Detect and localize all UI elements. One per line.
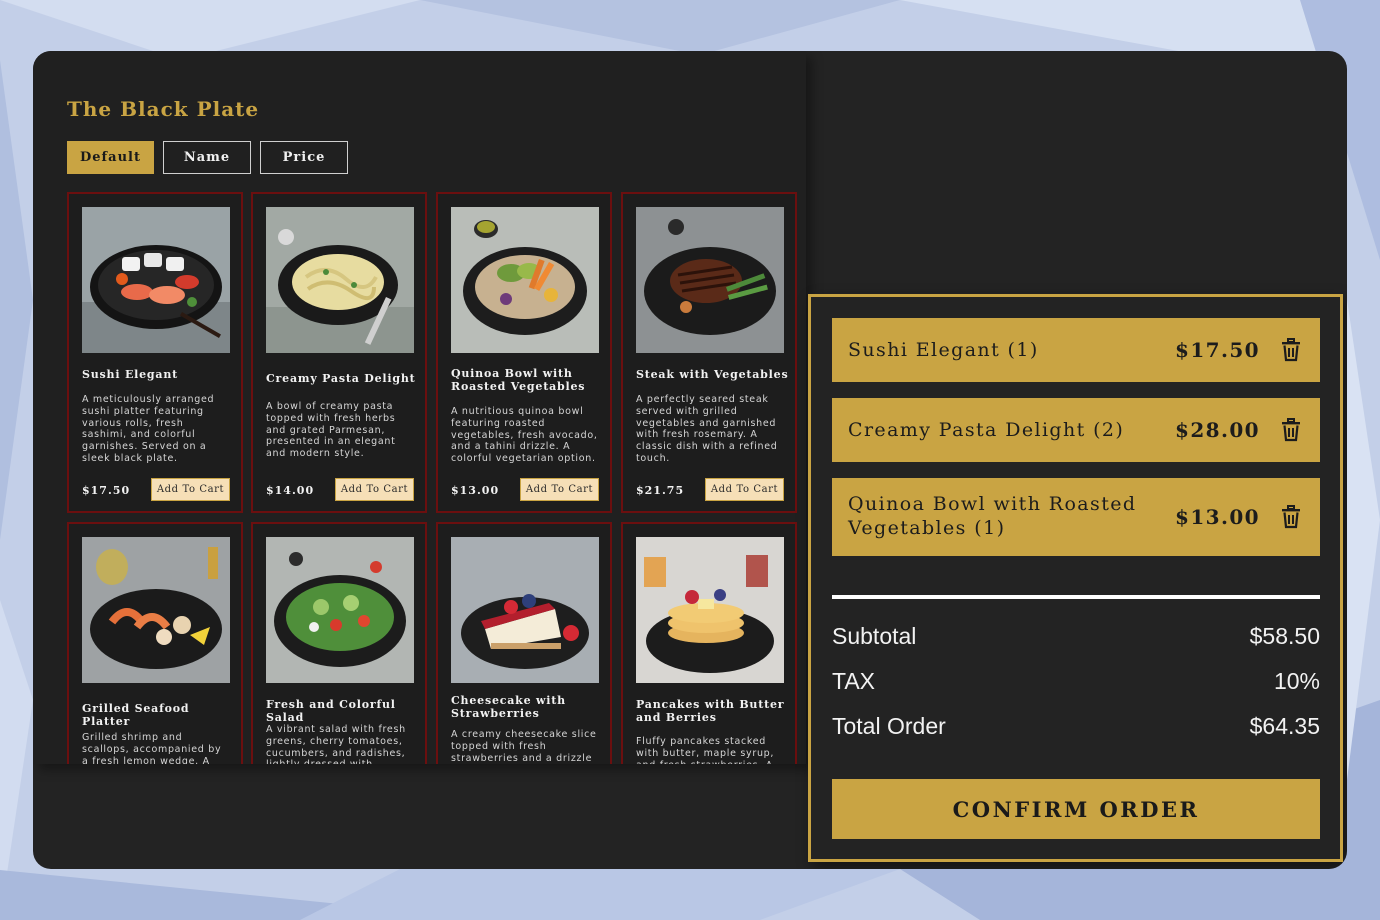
menu-item-description: A meticulously arranged sushi platter fe… xyxy=(82,394,215,464)
menu-item-description: Fluffy pancakes stacked with butter, map… xyxy=(636,736,775,764)
menu-item-name: Creamy Pasta Delight xyxy=(266,372,416,385)
confirm-order-button[interactable]: CONFIRM ORDER xyxy=(832,779,1320,839)
menu-item-price: $14.00 xyxy=(266,484,315,497)
cart-divider xyxy=(832,595,1320,599)
quinoa-bowl-image xyxy=(451,207,599,353)
menu-item-description: A vibrant salad with fresh greens, cherr… xyxy=(266,724,406,764)
sort-default-button[interactable]: Default xyxy=(67,141,154,174)
subtotal-value: $58.50 xyxy=(1249,623,1320,649)
add-to-cart-button[interactable]: Add To Cart xyxy=(705,478,784,501)
menu-item-price: $17.50 xyxy=(82,484,131,497)
menu-item-name: Fresh and Colorful Salad xyxy=(266,698,396,724)
app-window: The Black Plate Default Name Price Sushi… xyxy=(33,51,1347,869)
menu-item-name: Cheesecake with Strawberries xyxy=(451,694,566,720)
menu-item-description: A bowl of creamy pasta topped with fresh… xyxy=(266,401,396,460)
menu-item-description: A nutritious quinoa bowl featuring roast… xyxy=(451,406,598,465)
pasta-bowl-image xyxy=(266,207,414,353)
menu-item-description: Grilled shrimp and scallops, accompanied… xyxy=(82,732,222,764)
menu-item-name: Sushi Elegant xyxy=(82,368,178,381)
trash-icon[interactable] xyxy=(1280,505,1302,529)
add-to-cart-button[interactable]: Add To Cart xyxy=(151,478,230,501)
trash-icon[interactable] xyxy=(1280,338,1302,362)
add-to-cart-button[interactable]: Add To Cart xyxy=(520,478,599,501)
menu-card: Pancakes with Butter and Berries Fluffy … xyxy=(621,522,797,764)
cart-item-name: Creamy Pasta Delight (2) xyxy=(848,419,1125,441)
menu-card: Creamy Pasta Delight A bowl of creamy pa… xyxy=(251,192,427,513)
cart-item-price: $28.00 xyxy=(1175,418,1260,442)
menu-card: Sushi Elegant A meticulously arranged su… xyxy=(67,192,243,513)
menu-item-name: Steak with Vegetables xyxy=(636,368,789,381)
menu-card: Cheesecake with Strawberries A creamy ch… xyxy=(436,522,612,764)
menu-item-price: $21.75 xyxy=(636,484,685,497)
menu-card: Quinoa Bowl with Roasted Vegetables A nu… xyxy=(436,192,612,513)
tax-label: TAX xyxy=(832,668,876,694)
cart-item: Creamy Pasta Delight (2) $28.00 xyxy=(832,398,1320,462)
page-title: The Black Plate xyxy=(67,97,260,121)
sort-price-button[interactable]: Price xyxy=(260,141,348,174)
sort-name-button[interactable]: Name xyxy=(163,141,251,174)
total-label: Total Order xyxy=(832,713,946,739)
menu-item-name: Quinoa Bowl with Roasted Vegetables xyxy=(451,367,586,393)
menu-item-name: Pancakes with Butter and Berries xyxy=(636,698,785,724)
menu-card: Steak with Vegetables A perfectly seared… xyxy=(621,192,797,513)
subtotal-row: Subtotal $58.50 xyxy=(832,623,1320,650)
steak-plate-image xyxy=(636,207,784,353)
tax-row: TAX 10% xyxy=(832,668,1320,695)
trash-icon[interactable] xyxy=(1280,418,1302,442)
cart-item-price: $17.50 xyxy=(1175,338,1260,362)
cart-item: Sushi Elegant (1) $17.50 xyxy=(832,318,1320,382)
sushi-platter-image xyxy=(82,207,230,353)
cart-panel: Sushi Elegant (1) $17.50 Creamy Pasta De… xyxy=(808,294,1343,862)
total-value: $64.35 xyxy=(1249,713,1320,739)
menu-panel: The Black Plate Default Name Price Sushi… xyxy=(33,51,806,764)
cart-item-name: Quinoa Bowl with Roasted Vegetables (1) xyxy=(848,493,1137,539)
pancakes-image xyxy=(636,537,784,683)
cart-item: Quinoa Bowl with Roasted Vegetables (1) … xyxy=(832,478,1320,556)
total-row: Total Order $64.35 xyxy=(832,713,1320,740)
cheesecake-image xyxy=(451,537,599,683)
menu-card: Grilled Seafood Platter Grilled shrimp a… xyxy=(67,522,243,764)
cart-item-name: Sushi Elegant (1) xyxy=(848,339,1039,361)
tax-value: 10% xyxy=(1273,668,1320,694)
menu-item-price: $13.00 xyxy=(451,484,500,497)
menu-item-description: A creamy cheesecake slice topped with fr… xyxy=(451,729,597,764)
subtotal-label: Subtotal xyxy=(832,623,917,649)
menu-card: Fresh and Colorful Salad A vibrant salad… xyxy=(251,522,427,764)
sort-bar: Default Name Price xyxy=(67,141,348,174)
menu-item-description: A perfectly seared steak served with gri… xyxy=(636,394,778,464)
salad-bowl-image xyxy=(266,537,414,683)
cart-item-price: $13.00 xyxy=(1175,505,1260,529)
add-to-cart-button[interactable]: Add To Cart xyxy=(335,478,414,501)
menu-item-name: Grilled Seafood Platter xyxy=(82,702,190,728)
seafood-platter-image xyxy=(82,537,230,683)
